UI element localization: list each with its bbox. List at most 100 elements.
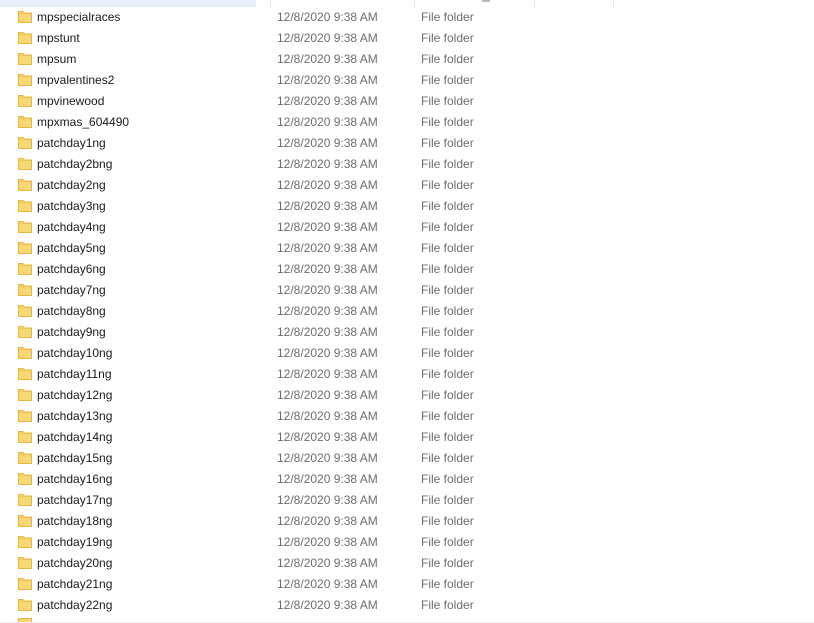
file-row[interactable]: patchday6ng 12/8/2020 9:38 AM File folder bbox=[0, 259, 814, 280]
file-date-modified: 12/8/2020 9:38 AM bbox=[277, 115, 378, 129]
file-row[interactable]: mpstunt 12/8/2020 9:38 AM File folder bbox=[0, 28, 814, 49]
file-row[interactable]: patchday11ng 12/8/2020 9:38 AM File folder bbox=[0, 364, 814, 385]
file-row[interactable]: patchday14ng 12/8/2020 9:38 AM File folder bbox=[0, 427, 814, 448]
folder-icon bbox=[18, 94, 32, 107]
file-type: File folder bbox=[421, 451, 474, 465]
folder-icon bbox=[18, 115, 32, 128]
file-row[interactable]: patchday12ng 12/8/2020 9:38 AM File folder bbox=[0, 385, 814, 406]
folder-icon bbox=[18, 514, 32, 527]
file-name: patchday4ng bbox=[37, 220, 106, 234]
file-type: File folder bbox=[421, 241, 474, 255]
file-row[interactable]: mpspecialraces 12/8/2020 9:38 AM File fold… bbox=[0, 7, 814, 28]
file-row[interactable]: patchday7ng 12/8/2020 9:38 AM File folder bbox=[0, 280, 814, 301]
file-type: File folder bbox=[421, 367, 474, 381]
file-type: File folder bbox=[421, 409, 474, 423]
file-name: patchday12ng bbox=[37, 388, 113, 402]
file-name: patchday2ng bbox=[37, 178, 106, 192]
file-row[interactable]: patchday9ng 12/8/2020 9:38 AM File folder bbox=[0, 322, 814, 343]
file-type: File folder bbox=[421, 10, 474, 24]
column-header-name[interactable] bbox=[0, 0, 256, 7]
file-date-modified: 12/8/2020 9:38 AM bbox=[277, 367, 378, 381]
file-type: File folder bbox=[421, 220, 474, 234]
file-date-modified: 12/8/2020 9:38 AM bbox=[277, 304, 378, 318]
file-name: patchday20ng bbox=[37, 556, 113, 570]
folder-icon bbox=[18, 472, 32, 485]
file-date-modified: 12/8/2020 9:38 AM bbox=[277, 493, 378, 507]
file-row[interactable]: patchday2ng 12/8/2020 9:38 AM File folder bbox=[0, 175, 814, 196]
file-row[interactable]: patchday15ng 12/8/2020 9:38 AM File folder bbox=[0, 448, 814, 469]
file-name: patchday5ng bbox=[37, 241, 106, 255]
column-divider-3[interactable] bbox=[534, 0, 535, 7]
folder-icon bbox=[18, 367, 32, 380]
folder-icon bbox=[18, 262, 32, 275]
file-date-modified: 12/8/2020 9:38 AM bbox=[277, 10, 378, 24]
file-name: patchday19ng bbox=[37, 535, 113, 549]
file-row[interactable]: patchday17ng 12/8/2020 9:38 AM File folder bbox=[0, 490, 814, 511]
file-row[interactable]: patchday20ng 12/8/2020 9:38 AM File folder bbox=[0, 553, 814, 574]
file-name: patchday17ng bbox=[37, 493, 113, 507]
folder-icon bbox=[18, 136, 32, 149]
folder-icon bbox=[18, 535, 32, 548]
file-date-modified: 12/8/2020 9:38 AM bbox=[277, 451, 378, 465]
file-date-modified: 12/8/2020 9:38 AM bbox=[277, 136, 378, 150]
file-name: mpspecialraces bbox=[37, 10, 121, 24]
file-type: File folder bbox=[421, 136, 474, 150]
file-name: patchday18ng bbox=[37, 514, 113, 528]
file-type: File folder bbox=[421, 199, 474, 213]
folder-icon bbox=[18, 283, 32, 296]
file-type: File folder bbox=[421, 52, 474, 66]
column-divider-4[interactable] bbox=[613, 0, 614, 7]
file-row[interactable]: patchday13ng 12/8/2020 9:38 AM File folder bbox=[0, 406, 814, 427]
file-row[interactable]: patchday4ng 12/8/2020 9:38 AM File folder bbox=[0, 217, 814, 238]
file-row[interactable]: patchday18ng 12/8/2020 9:38 AM File folder bbox=[0, 511, 814, 532]
file-name: patchday13ng bbox=[37, 409, 113, 423]
file-name: patchday16ng bbox=[37, 472, 113, 486]
file-date-modified: 12/8/2020 9:38 AM bbox=[277, 346, 378, 360]
file-name: patchday3ng bbox=[37, 199, 106, 213]
folder-icon bbox=[18, 451, 32, 464]
file-row[interactable]: patchday5ng 12/8/2020 9:38 AM File folder bbox=[0, 238, 814, 259]
file-date-modified: 12/8/2020 9:38 AM bbox=[277, 241, 378, 255]
folder-icon bbox=[18, 241, 32, 254]
file-date-modified: 12/8/2020 9:38 AM bbox=[277, 514, 378, 528]
file-row[interactable]: patchday16ng 12/8/2020 9:38 AM File folder bbox=[0, 469, 814, 490]
file-date-modified: 12/8/2020 9:38 AM bbox=[277, 325, 378, 339]
file-type: File folder bbox=[421, 535, 474, 549]
file-row[interactable]: patchday22ng 12/8/2020 9:38 AM File folder bbox=[0, 595, 814, 616]
file-row[interactable]: patchday10ng 12/8/2020 9:38 AM File folder bbox=[0, 343, 814, 364]
file-type: File folder bbox=[421, 325, 474, 339]
file-name: patchday21ng bbox=[37, 577, 113, 591]
file-row[interactable]: mpvalentines2 12/8/2020 9:38 AM File folde… bbox=[0, 70, 814, 91]
file-row[interactable]: patchday3ng 12/8/2020 9:38 AM File folder bbox=[0, 196, 814, 217]
file-row[interactable]: patchday2bng 12/8/2020 9:38 AM File folder bbox=[0, 154, 814, 175]
file-row[interactable]: mpvinewood 12/8/2020 9:38 AM File folder bbox=[0, 91, 814, 112]
folder-icon bbox=[18, 304, 32, 317]
file-date-modified: 12/8/2020 9:38 AM bbox=[277, 157, 378, 171]
file-date-modified: 12/8/2020 9:38 AM bbox=[277, 178, 378, 192]
file-date-modified: 12/8/2020 9:38 AM bbox=[277, 577, 378, 591]
file-type: File folder bbox=[421, 115, 474, 129]
file-type: File folder bbox=[421, 388, 474, 402]
file-date-modified: 12/8/2020 9:38 AM bbox=[277, 283, 378, 297]
file-type: File folder bbox=[421, 73, 474, 87]
file-name: patchday10ng bbox=[37, 346, 113, 360]
file-row[interactable]: patchday1ng 12/8/2020 9:38 AM File folder bbox=[0, 133, 814, 154]
file-row[interactable]: patchday19ng 12/8/2020 9:38 AM File folder bbox=[0, 532, 814, 553]
column-divider-1[interactable] bbox=[270, 0, 271, 7]
file-date-modified: 12/8/2020 9:38 AM bbox=[277, 199, 378, 213]
file-date-modified: 12/8/2020 9:38 AM bbox=[277, 52, 378, 66]
file-type: File folder bbox=[421, 556, 474, 570]
file-row[interactable]: patchday8ng 12/8/2020 9:38 AM File folder bbox=[0, 301, 814, 322]
file-type: File folder bbox=[421, 472, 474, 486]
file-type: File folder bbox=[421, 430, 474, 444]
column-divider-2[interactable] bbox=[414, 0, 415, 7]
file-row[interactable]: patchday21ng 12/8/2020 9:38 AM File folder bbox=[0, 574, 814, 595]
file-name: mpvalentines2 bbox=[37, 73, 115, 87]
file-type: File folder bbox=[421, 514, 474, 528]
folder-icon bbox=[18, 52, 32, 65]
folder-icon bbox=[18, 409, 32, 422]
folder-icon bbox=[18, 388, 32, 401]
file-row[interactable]: mpxmas_604490 12/8/2020 9:38 AM File folde… bbox=[0, 112, 814, 133]
file-type: File folder bbox=[421, 346, 474, 360]
file-row[interactable]: mpsum 12/8/2020 9:38 AM File folder bbox=[0, 49, 814, 70]
